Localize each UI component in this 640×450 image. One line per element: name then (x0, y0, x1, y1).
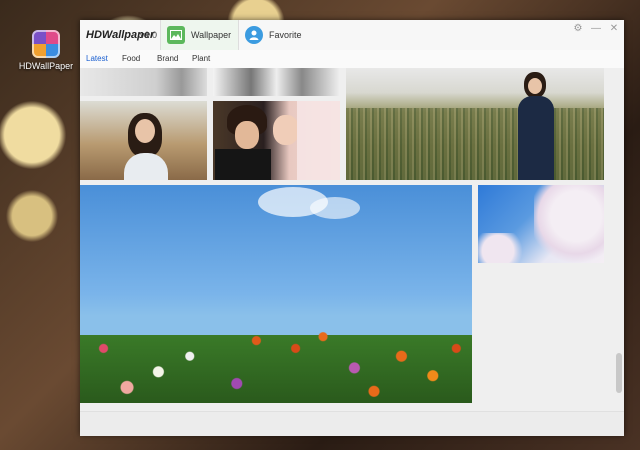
black-white-photo-1[interactable] (80, 68, 207, 96)
category-bar: Latest Food Brand Plant (80, 50, 624, 68)
cherry-blossom-sky[interactable] (478, 185, 604, 263)
category-brand[interactable]: Brand (157, 54, 178, 63)
face-shape (273, 115, 299, 145)
wallpaper-grid (80, 68, 624, 411)
blossom-shape (534, 185, 604, 263)
window-controls: ⚙ — ✕ (572, 23, 620, 35)
scrollbar[interactable] (616, 353, 622, 393)
girl-portrait[interactable] (80, 101, 207, 180)
user-icon (245, 26, 263, 44)
hdwallpaper-app-icon (32, 30, 60, 58)
status-bar (80, 411, 624, 436)
category-latest[interactable]: Latest (86, 54, 108, 63)
minimize-icon[interactable]: — (590, 23, 602, 35)
blossom-shape (478, 233, 528, 263)
category-plant[interactable]: Plant (192, 54, 210, 63)
face-shape (528, 78, 542, 94)
desktop-icon-label: HDWallPaper (18, 61, 74, 71)
suit-shape (215, 149, 271, 180)
body-shape (124, 153, 168, 180)
face-shape (135, 119, 155, 143)
title-bar: HDWallpaper v1.0 Wallpaper Favorite ⚙ — … (80, 20, 624, 50)
flowers-shape (80, 325, 472, 403)
category-food[interactable]: Food (122, 54, 140, 63)
settings-icon[interactable]: ⚙ (572, 23, 584, 35)
image-icon (167, 26, 185, 44)
tab-label: Favorite (269, 30, 302, 40)
tab-label: Wallpaper (191, 30, 232, 40)
desktop-app-icon[interactable]: HDWallPaper (18, 30, 74, 71)
app-window: HDWallpaper v1.0 Wallpaper Favorite ⚙ — … (80, 20, 624, 436)
black-white-photo-2[interactable] (213, 68, 340, 96)
veil-shape (297, 101, 340, 180)
reeds-shape (346, 108, 604, 180)
couple-photo[interactable] (213, 101, 340, 180)
flowers-blue-sky[interactable] (80, 185, 472, 403)
face-shape (235, 121, 259, 149)
dress-shape (518, 96, 554, 180)
close-icon[interactable]: ✕ (608, 23, 620, 35)
cloud-shape (310, 197, 360, 219)
app-version: v1.0 (140, 30, 158, 40)
tab-wallpaper[interactable]: Wallpaper (160, 20, 239, 50)
tab-favorite[interactable]: Favorite (238, 20, 329, 50)
girl-in-field[interactable] (346, 68, 604, 180)
